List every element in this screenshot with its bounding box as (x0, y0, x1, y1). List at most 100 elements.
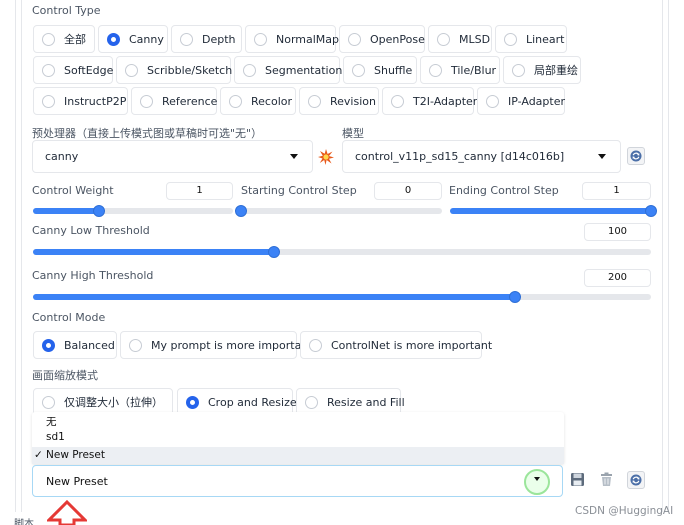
ending-step-input[interactable]: 1 (582, 182, 651, 200)
option-label: IP-Adapter (508, 94, 566, 108)
radio-icon (229, 94, 242, 108)
option-label: Segmentation (265, 63, 343, 77)
control-type-t2i-adapter[interactable]: T2I-Adapter (382, 87, 478, 115)
check-icon: ✓ (34, 449, 43, 461)
radio-icon (129, 338, 142, 352)
control-type-normalmap[interactable]: NormalMap (245, 25, 340, 53)
preset-option-new-preset[interactable]: ✓ New Preset (32, 447, 564, 464)
preset-input[interactable]: New Preset (32, 465, 563, 497)
radio-icon (42, 63, 55, 77)
delete-preset-button[interactable] (599, 472, 615, 488)
control-type-scribble[interactable]: Scribble/Sketch (116, 56, 233, 84)
canny-high-input[interactable]: 200 (584, 269, 651, 287)
control-type-instructp2p[interactable]: InstructP2P (33, 87, 128, 115)
panel-border-right (662, 0, 663, 512)
canny-high-slider[interactable] (33, 291, 651, 303)
option-label: NormalMap (276, 32, 340, 46)
starting-step-slider[interactable] (235, 205, 442, 217)
control-type-depth[interactable]: Depth (171, 25, 242, 53)
watermark: CSDN @HuggingAI (575, 505, 674, 517)
control-type-softedge[interactable]: SoftEdge (33, 56, 113, 84)
control-type-lineart[interactable]: Lineart (495, 25, 567, 53)
slider-thumb[interactable] (235, 205, 247, 217)
option-label: Canny (129, 32, 164, 46)
control-mode-label: Control Mode (32, 311, 106, 324)
option-label: T2I-Adapter (413, 94, 478, 108)
canny-low-label: Canny Low Threshold (32, 224, 150, 237)
radio-icon (243, 63, 256, 77)
option-label: ControlNet is more important (331, 338, 493, 352)
slider-thumb[interactable] (268, 246, 281, 258)
preset-option-none[interactable]: 无 (46, 414, 57, 429)
control-type-mlsd[interactable]: MLSD (428, 25, 492, 53)
scripts-section-label: 脚本 (14, 519, 34, 525)
control-type-recolor[interactable]: Recolor (220, 87, 296, 115)
option-label: 全部 (64, 33, 86, 46)
control-type-ip-adapter[interactable]: IP-Adapter (477, 87, 565, 115)
save-preset-button[interactable] (570, 472, 586, 488)
run-preprocessor-explosion-icon[interactable] (318, 149, 334, 165)
radio-icon (512, 63, 525, 77)
radio-icon (486, 94, 499, 108)
control-type-inpaint[interactable]: 局部重绘 (503, 56, 581, 84)
control-mode-prompt[interactable]: My prompt is more important (120, 331, 313, 359)
radio-icon (437, 32, 450, 46)
preset-options-list: 无 sd1 ✓ New Preset (32, 412, 564, 464)
chevron-down-icon[interactable] (534, 477, 540, 481)
preprocessor-dropdown[interactable]: canny (32, 140, 313, 173)
radio-icon (42, 395, 55, 409)
option-label: My prompt is more important (151, 338, 313, 352)
control-mode-balanced[interactable]: Balanced (33, 331, 117, 359)
control-type-tile-blur[interactable]: Tile/Blur (420, 56, 500, 84)
option-label: Crop and Resize (208, 395, 297, 409)
control-type-reference[interactable]: Reference (131, 87, 217, 115)
radio-icon (254, 32, 267, 46)
canny-low-slider[interactable] (33, 246, 651, 258)
starting-step-input[interactable]: 0 (374, 182, 442, 200)
option-label: Tile/Blur (451, 63, 497, 77)
ending-step-slider[interactable] (450, 205, 657, 217)
preset-option-sd1[interactable]: sd1 (46, 431, 65, 443)
control-type-canny[interactable]: Canny (98, 25, 168, 53)
control-weight-label: Control Weight (32, 184, 114, 197)
refresh-presets-button[interactable] (627, 471, 645, 489)
control-type-all[interactable]: 全部 (33, 25, 95, 53)
radio-icon (309, 338, 322, 352)
refresh-models-button[interactable] (627, 147, 645, 165)
option-label: Depth (202, 32, 236, 46)
model-dropdown[interactable]: control_v11p_sd15_canny [d14c016b] (342, 140, 621, 173)
slider-thumb[interactable] (93, 205, 105, 217)
control-weight-input[interactable]: 1 (166, 182, 233, 200)
control-type-openpose[interactable]: OpenPose (339, 25, 425, 53)
canny-low-input[interactable]: 100 (584, 223, 651, 241)
chevron-down-icon (290, 154, 298, 159)
option-label: InstructP2P (64, 94, 127, 108)
radio-icon (42, 94, 55, 108)
option-label: Balanced (64, 338, 115, 352)
slider-thumb[interactable] (645, 205, 657, 217)
refresh-icon (630, 150, 642, 162)
slider-fill (33, 294, 516, 300)
radio-icon (125, 63, 138, 77)
panel-border-left (15, 0, 16, 512)
preset-option-label: New Preset (46, 449, 105, 461)
option-label: Recolor (251, 94, 293, 108)
option-label: OpenPose (370, 32, 425, 46)
cursor-click-highlight (524, 469, 550, 495)
slider-thumb[interactable] (509, 291, 522, 303)
control-type-segmentation[interactable]: Segmentation (234, 56, 343, 84)
chevron-down-icon (598, 154, 606, 159)
control-type-revision[interactable]: Revision (299, 87, 379, 115)
control-weight-slider[interactable] (33, 205, 233, 217)
ending-step-label: Ending Control Step (449, 184, 559, 197)
refresh-icon (630, 474, 642, 486)
option-label: Scribble/Sketch (147, 63, 233, 77)
option-label: MLSD (459, 32, 491, 46)
control-mode-controlnet[interactable]: ControlNet is more important (300, 331, 492, 359)
control-type-shuffle[interactable]: Shuffle (343, 56, 417, 84)
radio-icon (348, 32, 361, 46)
option-label: Shuffle (374, 63, 413, 77)
option-label: SoftEdge (64, 63, 114, 77)
option-label: 仅调整大小（拉伸） (64, 396, 163, 409)
resize-mode-label: 画面缩放模式 (32, 369, 98, 382)
